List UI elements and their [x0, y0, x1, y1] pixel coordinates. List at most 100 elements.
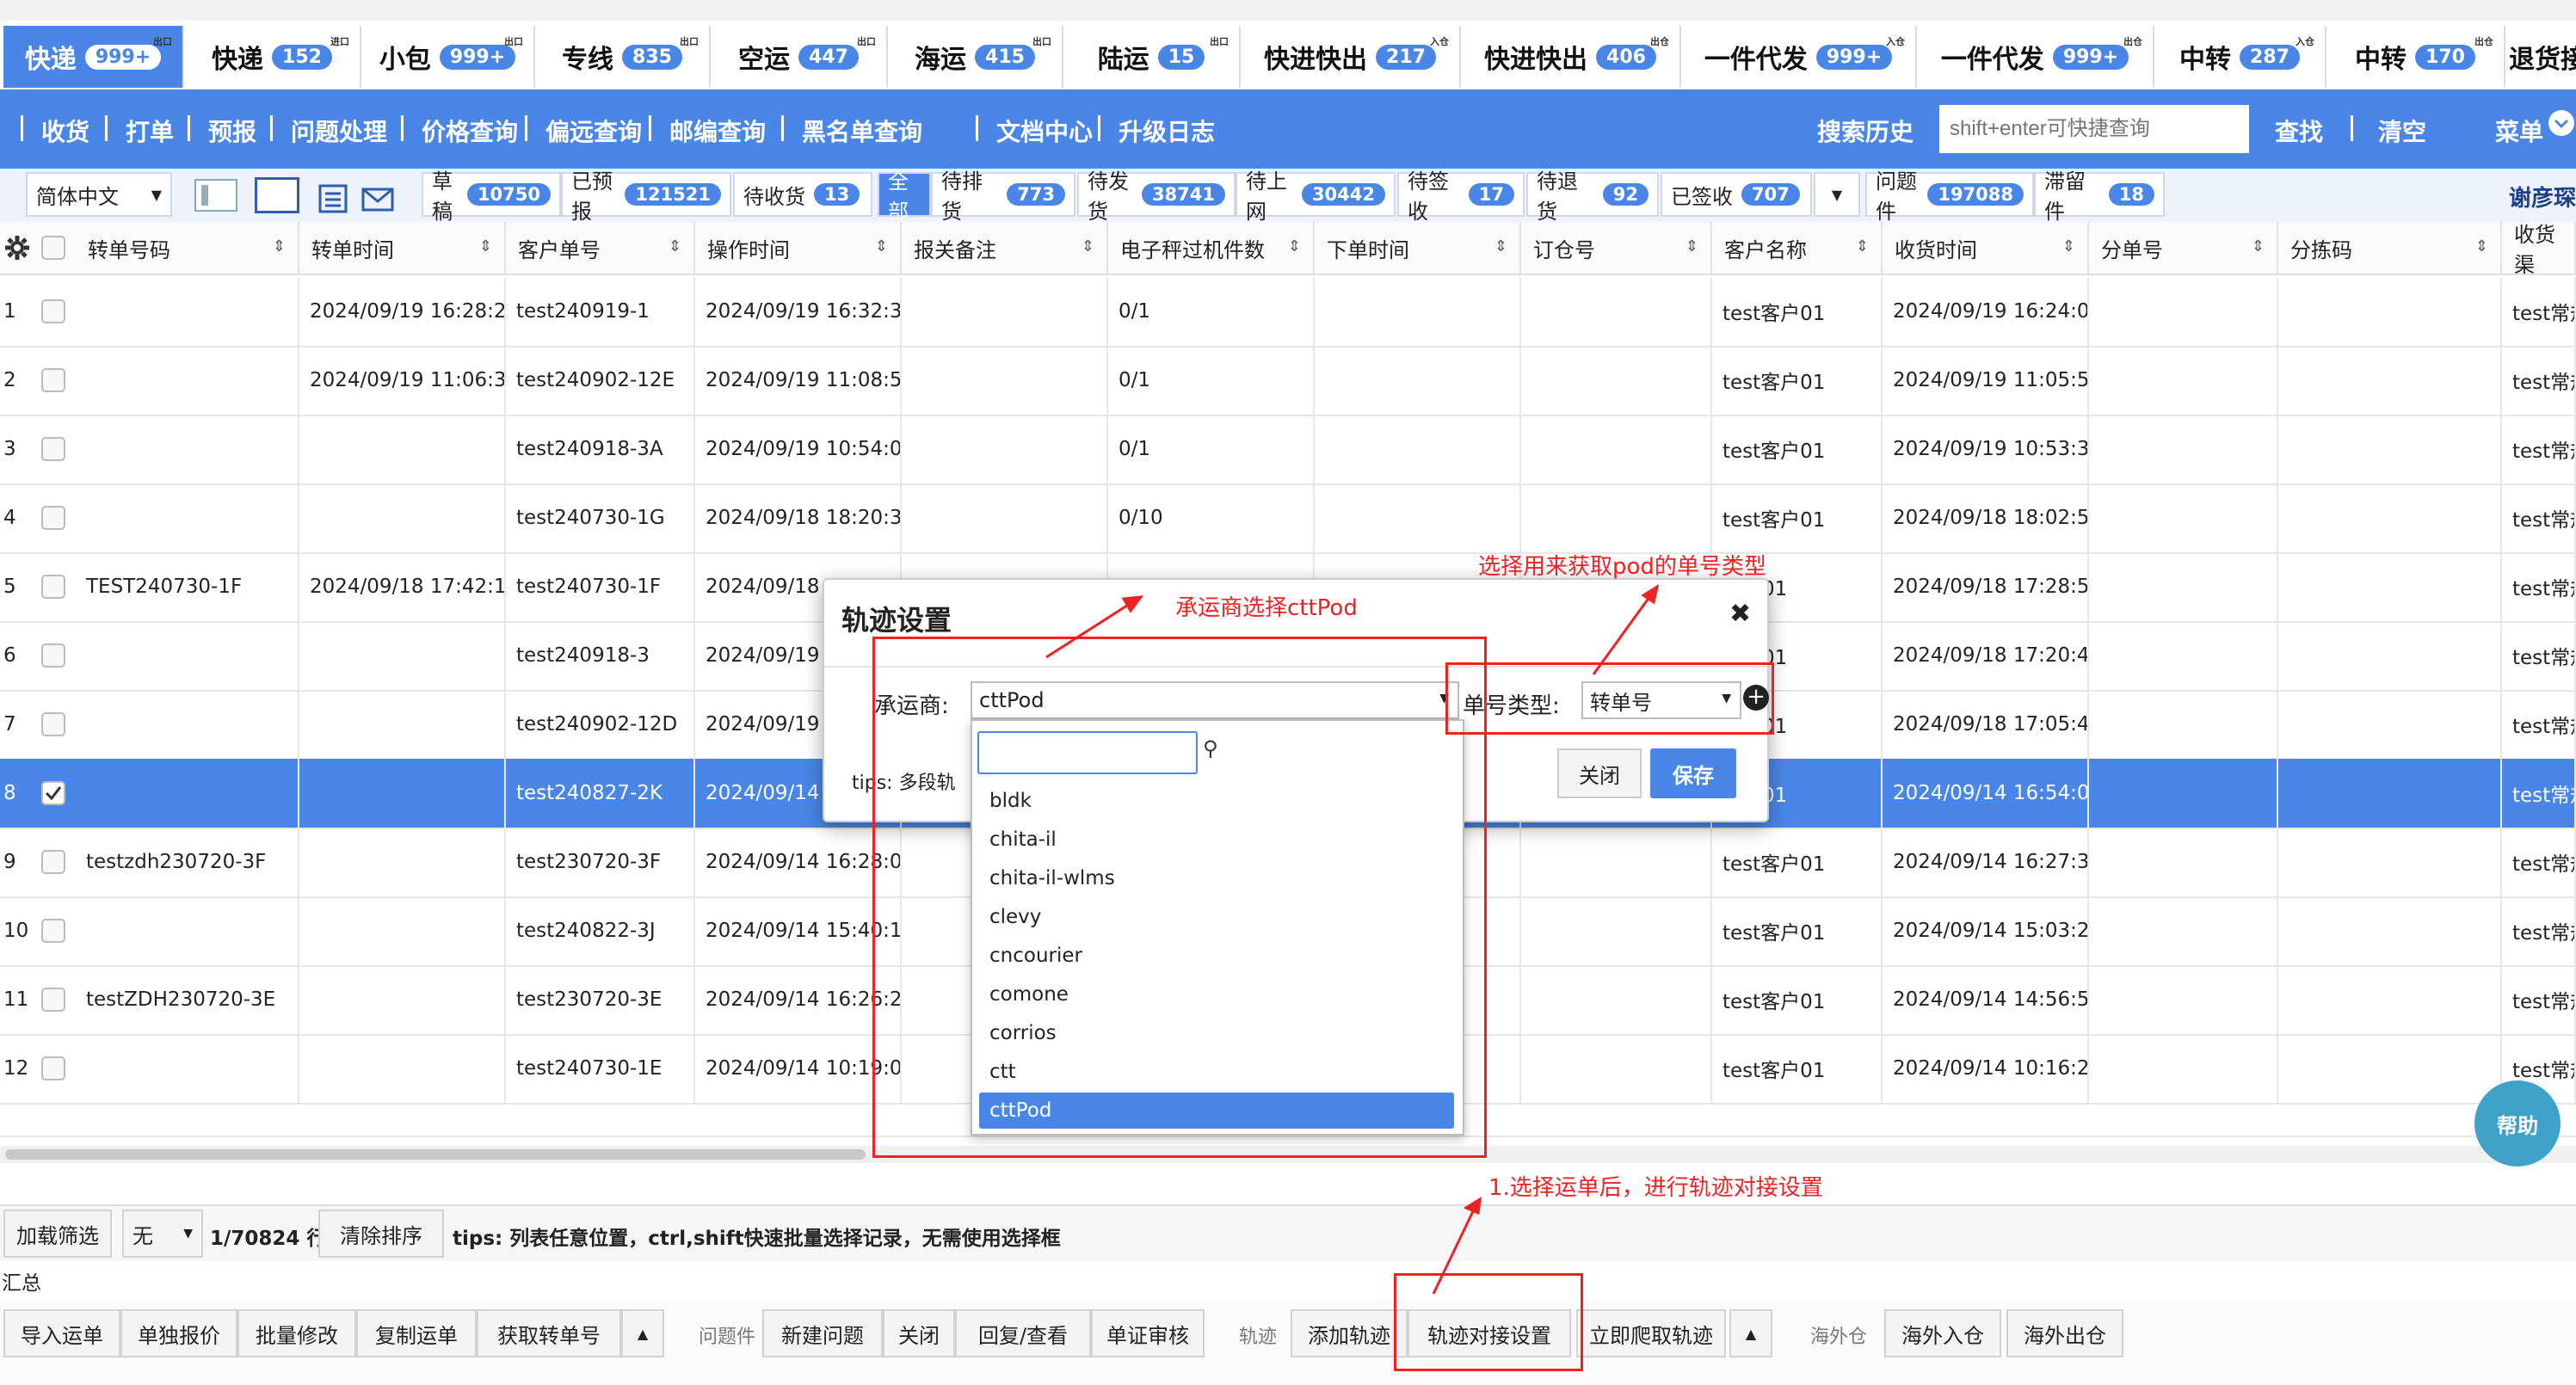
- row-checkbox[interactable]: [41, 437, 65, 461]
- status-filter-3[interactable]: 全部: [878, 169, 931, 224]
- footer-button[interactable]: 海外入仓: [1884, 1309, 2001, 1357]
- tab-4[interactable]: 空运 447 出口: [711, 26, 888, 88]
- row-checkbox[interactable]: [41, 506, 65, 530]
- status-filter-6[interactable]: 待上网 30442: [1236, 169, 1396, 224]
- row-checkbox[interactable]: [41, 919, 65, 943]
- help-button[interactable]: 帮助: [2474, 1080, 2561, 1166]
- sort-icon[interactable]: ⇕: [1685, 237, 1698, 255]
- sort-icon[interactable]: ⇕: [2252, 237, 2265, 255]
- column-header-10[interactable]: 分单号 ⇕: [2089, 222, 2278, 274]
- column-header-4[interactable]: 报关备注 ⇕: [902, 222, 1108, 274]
- footer-expand-icon[interactable]: ▲: [1729, 1309, 1772, 1357]
- footer-button[interactable]: 导入运单: [3, 1309, 120, 1357]
- tab-5[interactable]: 海运 415 出口: [888, 26, 1063, 88]
- table-row[interactable]: 2 2024/09/19 11:06:31 test240902-12E 2024/0…: [0, 346, 2576, 416]
- menu-item-9[interactable]: 升级日志: [1119, 114, 1215, 148]
- dialog-close-button[interactable]: 关闭: [1557, 748, 1642, 798]
- menu-item-5[interactable]: 偏远查询: [545, 114, 642, 148]
- row-checkbox[interactable]: [41, 781, 65, 805]
- column-header-1[interactable]: 转单时间 ⇕: [299, 222, 506, 274]
- tab-9[interactable]: 一件代发 999+ 入仓: [1681, 26, 1917, 88]
- footer-button[interactable]: 新建问题: [762, 1309, 883, 1357]
- menu-item-0[interactable]: 收货: [41, 114, 89, 148]
- footer-button[interactable]: 批量修改: [237, 1309, 356, 1357]
- row-checkbox[interactable]: [41, 712, 65, 736]
- column-header-9[interactable]: 收货时间 ⇕: [1883, 222, 2089, 274]
- sort-icon[interactable]: ⇕: [1494, 237, 1507, 255]
- stuck-filter[interactable]: 滞留件 18: [2034, 169, 2165, 224]
- menu-button[interactable]: 菜单: [2495, 114, 2543, 148]
- footer-button[interactable]: 海外出仓: [2006, 1309, 2123, 1357]
- footer-button[interactable]: 单证审核: [1091, 1309, 1205, 1357]
- list-icon[interactable]: [318, 184, 349, 217]
- tab-7[interactable]: 快进快出 217 入仓: [1241, 26, 1461, 88]
- sort-icon[interactable]: ⇕: [1288, 237, 1301, 255]
- menu-item-7[interactable]: 黑名单查询: [802, 114, 922, 148]
- column-header-8[interactable]: 客户名称 ⇕: [1712, 222, 1883, 274]
- status-filter-0[interactable]: 草稿 10750: [422, 169, 561, 224]
- menu-chevron-icon[interactable]: [2548, 110, 2574, 136]
- tab-6[interactable]: 陆运 15 出口: [1063, 26, 1241, 88]
- menu-item-4[interactable]: 价格查询: [422, 114, 518, 148]
- column-header-5[interactable]: 电子秤过机件数 ⇕: [1108, 222, 1315, 274]
- status-filter-7[interactable]: 待签收 17: [1397, 169, 1525, 224]
- menu-item-6[interactable]: 邮编查询: [669, 114, 766, 148]
- column-header-6[interactable]: 下单时间 ⇕: [1315, 222, 1521, 274]
- tab-1[interactable]: 快递 152 进口: [184, 26, 361, 88]
- row-checkbox[interactable]: [41, 368, 65, 392]
- find-button[interactable]: 查找: [2275, 114, 2323, 148]
- search-input[interactable]: [1939, 105, 2249, 153]
- menu-item-8[interactable]: 文档中心: [996, 114, 1093, 148]
- tab-8[interactable]: 快进快出 406 出仓: [1461, 26, 1681, 88]
- sort-icon[interactable]: ⇕: [479, 237, 492, 255]
- column-header-2[interactable]: 客户单号 ⇕: [506, 222, 695, 274]
- layout-left-icon[interactable]: [194, 179, 237, 212]
- load-filter-button[interactable]: 加载筛选: [3, 1210, 112, 1258]
- sort-icon[interactable]: ⇕: [1856, 237, 1869, 255]
- column-header-7[interactable]: 订仓号 ⇕: [1521, 222, 1712, 274]
- footer-button[interactable]: 复制运单: [356, 1309, 477, 1357]
- tab-0[interactable]: 快递 999+ 出口: [3, 26, 184, 88]
- gear-icon[interactable]: [3, 234, 31, 265]
- sort-icon[interactable]: ⇕: [875, 237, 888, 255]
- menu-item-2[interactable]: 预报: [208, 114, 256, 148]
- sort-icon[interactable]: ⇕: [2062, 237, 2075, 255]
- mail-icon[interactable]: [361, 188, 396, 217]
- more-status-dropdown[interactable]: ▼: [1814, 172, 1860, 217]
- dialog-save-button[interactable]: 保存: [1650, 748, 1736, 798]
- row-checkbox[interactable]: [41, 850, 65, 874]
- sort-icon[interactable]: ⇕: [2475, 237, 2488, 255]
- status-filter-5[interactable]: 待发货 38741: [1077, 169, 1236, 224]
- sort-icon[interactable]: ⇕: [669, 237, 681, 255]
- row-checkbox[interactable]: [41, 1056, 65, 1080]
- table-row[interactable]: 3 test240918-3A 2024/09/19 10:54:01 0/1 test…: [0, 415, 2576, 485]
- status-filter-9[interactable]: 已签收 707: [1661, 172, 1812, 217]
- tab-11[interactable]: 中转 287 入仓: [2154, 26, 2326, 88]
- close-icon[interactable]: ✖: [1729, 599, 1751, 629]
- footer-button[interactable]: 回复/查看: [955, 1309, 1091, 1357]
- layout-full-icon[interactable]: [255, 177, 299, 213]
- column-header-3[interactable]: 操作时间 ⇕: [695, 222, 902, 274]
- tab-10[interactable]: 一件代发 999+ 出仓: [1917, 26, 2154, 88]
- clear-sort-button[interactable]: 清除排序: [318, 1210, 444, 1258]
- status-filter-2[interactable]: 待收货 13: [733, 172, 872, 217]
- footer-button[interactable]: 立即爬取轨迹: [1576, 1309, 1726, 1357]
- footer-button[interactable]: 关闭: [883, 1309, 955, 1357]
- tab-12[interactable]: 中转 170 出仓: [2326, 26, 2505, 88]
- footer-button[interactable]: 单独报价: [120, 1309, 237, 1357]
- column-header-0[interactable]: 转单号码 ⇕: [76, 222, 299, 274]
- row-checkbox[interactable]: [41, 643, 65, 668]
- sort-icon[interactable]: ⇕: [1082, 237, 1094, 255]
- clear-button[interactable]: 清空: [2378, 114, 2426, 148]
- tab-13[interactable]: 退货接: [2505, 26, 2576, 88]
- search-history-link[interactable]: 搜索历史: [1817, 114, 1914, 148]
- problem-filter[interactable]: 问题件 197088: [1865, 169, 2034, 224]
- tab-3[interactable]: 专线 835 出口: [535, 26, 711, 88]
- menu-item-1[interactable]: 打单: [126, 114, 174, 148]
- row-checkbox[interactable]: [41, 988, 65, 1012]
- language-select[interactable]: 简体中文 ▼: [26, 172, 172, 217]
- footer-button[interactable]: 添加轨迹: [1291, 1309, 1408, 1357]
- footer-button[interactable]: 获取转单号: [477, 1309, 621, 1357]
- filter-select[interactable]: 无 ▼: [122, 1210, 203, 1258]
- sort-icon[interactable]: ⇕: [273, 237, 286, 255]
